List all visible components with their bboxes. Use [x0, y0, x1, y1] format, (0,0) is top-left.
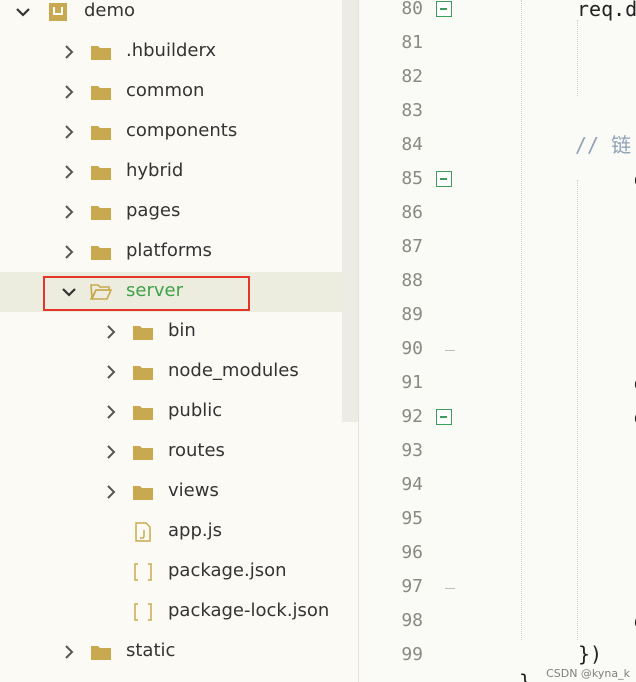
file-explorer: demo .hbuilderx common components hybrid page… [0, 0, 359, 682]
folder-icon [90, 163, 112, 185]
json-file-icon [132, 562, 154, 586]
folder-icon [90, 203, 112, 225]
line-number: 84 [401, 134, 423, 155]
tree-item-label: node_modules [168, 360, 299, 381]
fold-collapse-icon[interactable] [436, 409, 452, 425]
folder-icon [132, 483, 154, 505]
tree-item-routes[interactable]: routes [0, 432, 342, 472]
chevron-right-icon[interactable] [64, 84, 74, 99]
line-number: 94 [401, 474, 423, 495]
tree-item-label: views [168, 480, 219, 501]
tree-item-label: public [168, 400, 223, 421]
tree-item-hybrid[interactable]: hybrid [0, 152, 342, 192]
chevron-right-icon[interactable] [64, 644, 74, 659]
code-line-100-partial: } [519, 670, 532, 682]
tree-item-label: routes [168, 440, 225, 461]
line-number: 87 [401, 236, 423, 257]
tree-item-views[interactable]: views [0, 472, 342, 512]
watermark: CSDN @kyna_k [546, 667, 630, 680]
indent-guide [577, 180, 578, 640]
tree-item-label: demo [84, 0, 136, 21]
chevron-right-icon[interactable] [106, 324, 116, 339]
chevron-right-icon[interactable] [64, 124, 74, 139]
tree-item-package-json[interactable]: package.json [0, 552, 342, 592]
chevron-right-icon[interactable] [106, 484, 116, 499]
folder-icon [132, 443, 154, 465]
line-number: 88 [401, 270, 423, 291]
tree-item-label: package-lock.json [168, 600, 330, 621]
chevron-right-icon[interactable] [64, 44, 74, 59]
tree-item-label: pages [126, 200, 181, 221]
line-number: 98 [401, 610, 423, 631]
tree-item-label: static [126, 640, 176, 661]
js-file-icon [134, 522, 152, 546]
tree-item-static[interactable]: static [0, 632, 342, 672]
tree-item-label: components [126, 120, 238, 141]
fold-collapse-icon[interactable] [436, 171, 452, 187]
line-number: 95 [401, 508, 423, 529]
tree-item-label: common [126, 80, 205, 101]
fold-end-marker [445, 350, 455, 351]
line-number: 86 [401, 202, 423, 223]
indent-guide [521, 0, 522, 640]
tree-item-demo[interactable]: demo [0, 0, 342, 32]
folder-icon [132, 403, 154, 425]
line-number: 90 [401, 338, 423, 359]
fold-collapse-icon[interactable] [436, 1, 452, 17]
line-number-gutter: 80 81 82 83 84 85 86 87 88 89 90 91 92 93 94 95 96 97 98 99 [359, 0, 455, 682]
tree-item-label: package.json [168, 560, 287, 581]
chevron-right-icon[interactable] [106, 404, 116, 419]
chevron-right-icon[interactable] [106, 444, 116, 459]
line-number: 83 [401, 100, 423, 121]
indent-guide [577, 20, 578, 96]
line-number: 99 [401, 644, 423, 665]
tree-item-node-modules[interactable]: node_modules [0, 352, 342, 392]
tree-item-common[interactable]: common [0, 72, 342, 112]
chevron-right-icon[interactable] [64, 244, 74, 259]
code-editor[interactable]: 80 81 82 83 84 85 86 87 88 89 90 91 92 93 94 95 96 97 98 99… [359, 0, 636, 682]
line-number: 89 [401, 304, 423, 325]
tree-item-components[interactable]: components [0, 112, 342, 152]
line-number: 82 [401, 66, 423, 87]
tree-item-platforms[interactable]: platforms [0, 232, 342, 272]
line-number: 93 [401, 440, 423, 461]
tree-item-public[interactable]: public [0, 392, 342, 432]
code-line-80: req.d [577, 0, 636, 21]
line-number: 85 [401, 168, 423, 189]
tree-item-pages[interactable]: pages [0, 192, 342, 232]
line-number: 81 [401, 32, 423, 53]
tree-item-label: .hbuilderx [126, 40, 217, 61]
folder-icon [90, 83, 112, 105]
line-number: 96 [401, 542, 423, 563]
tree-item-label: platforms [126, 240, 212, 261]
code-line-99: }) [578, 642, 603, 666]
tree-item-bin[interactable]: bin [0, 312, 342, 352]
folder-icon [90, 243, 112, 265]
tree-item-label: bin [168, 320, 196, 341]
folder-icon [90, 643, 112, 665]
tree-item-app-js[interactable]: app.js [0, 512, 342, 552]
line-number: 80 [401, 0, 423, 19]
tree-item-label: hybrid [126, 160, 184, 181]
project-icon [48, 2, 68, 26]
line-number: 97 [401, 576, 423, 597]
folder-icon [132, 323, 154, 345]
chevron-right-icon[interactable] [106, 364, 116, 379]
line-number: 92 [401, 406, 423, 427]
folder-icon [90, 43, 112, 65]
chevron-right-icon[interactable] [64, 164, 74, 179]
tree-item-package-lock-json[interactable]: package-lock.json [0, 592, 342, 632]
json-file-icon [132, 602, 154, 626]
folder-icon [90, 123, 112, 145]
line-number: 91 [401, 372, 423, 393]
tree-item-label: app.js [168, 520, 222, 541]
folder-icon [132, 363, 154, 385]
highlight-annotation-box [43, 276, 250, 311]
fold-end-marker [445, 588, 455, 589]
explorer-scrollbar[interactable] [342, 0, 358, 422]
chevron-down-icon[interactable] [15, 7, 30, 17]
code-line-84-comment: // 链 [575, 133, 632, 157]
chevron-right-icon[interactable] [64, 204, 74, 219]
tree-item-hbuilderx[interactable]: .hbuilderx [0, 32, 342, 72]
